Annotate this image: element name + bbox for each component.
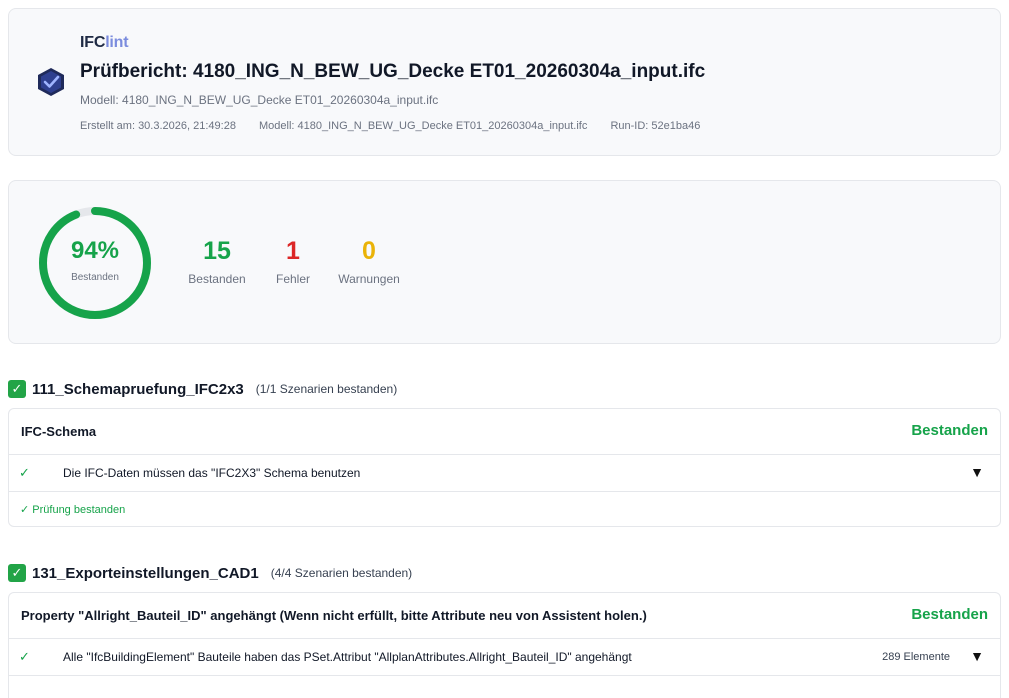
ifclint-logo-icon bbox=[38, 68, 64, 96]
white-check-mark-icon: ✓ bbox=[8, 564, 26, 582]
stat-passed-value: 15 bbox=[203, 237, 231, 265]
pass-rate-label: Bestanden bbox=[71, 272, 119, 283]
stat-passed-label: Bestanden bbox=[188, 272, 246, 286]
report-header: IFClint Prüfbericht: 4180_ING_N_BEW_UG_D… bbox=[8, 8, 1001, 156]
run-id: Run-ID: 52e1ba46 bbox=[610, 120, 701, 132]
rule-row[interactable]: ✓ Alle "IfcBuildingElement" Bauteile hab… bbox=[9, 639, 1000, 676]
stat-failed: 1 Fehler bbox=[271, 237, 315, 286]
expand-toggle-icon[interactable]: ▼ bbox=[970, 464, 984, 480]
stat-failed-value: 1 bbox=[286, 237, 300, 265]
section-count: (4/4 Szenarien bestanden) bbox=[270, 566, 413, 580]
expand-toggle-icon[interactable]: ▼ bbox=[970, 648, 984, 664]
model-meta: Modell: 4180_ING_N_BEW_UG_Decke ET01_202… bbox=[259, 120, 588, 132]
status-badge: Bestanden bbox=[911, 422, 988, 439]
brand-prefix: IFC bbox=[80, 34, 106, 51]
report-meta: Erstellt am: 30.3.2026, 21:49:28 Modell:… bbox=[80, 120, 720, 132]
pass-note-text: ✓ Prüfung bestanden bbox=[20, 504, 126, 516]
check-icon: ✓ bbox=[19, 465, 30, 480]
created-date: Erstellt am: 30.3.2026, 21:49:28 bbox=[80, 120, 236, 132]
section-title: 111_Schemapruefung_IFC2x3 bbox=[32, 380, 244, 398]
rule-text: Die IFC-Daten müssen das "IFC2X3" Schema… bbox=[63, 466, 361, 480]
brand-suffix: lint bbox=[105, 34, 129, 51]
brand-name: IFClint bbox=[80, 34, 129, 52]
element-count: 289 Elemente bbox=[882, 651, 950, 663]
group-title: IFC-Schema bbox=[21, 424, 97, 439]
section-count: (1/1 Szenarien bestanden) bbox=[255, 382, 398, 396]
white-check-mark-icon: ✓ bbox=[8, 380, 26, 398]
check-group-ifc-schema: IFC-Schema Bestanden ✓ Die IFC-Daten müs… bbox=[8, 408, 1001, 527]
rule-text: Alle "IfcBuildingElement" Bauteile haben… bbox=[63, 650, 632, 664]
stat-warnings: 0 Warnungen bbox=[335, 237, 403, 286]
group-header: IFC-Schema Bestanden bbox=[9, 409, 1000, 455]
group-header: Property "Allright_Bauteil_ID" angehängt… bbox=[9, 593, 1000, 639]
check-group-bauteil-id: Property "Allright_Bauteil_ID" angehängt… bbox=[8, 592, 1001, 698]
stat-failed-label: Fehler bbox=[275, 272, 310, 286]
pass-rate-percent: 94% bbox=[70, 237, 120, 264]
section-title: 131_Exporteinstellungen_CAD1 bbox=[32, 564, 259, 582]
section-header-export: ✓ 131_Exporteinstellungen_CAD1 (4/4 Szen… bbox=[8, 564, 412, 582]
section-header-schema: ✓ 111_Schemapruefung_IFC2x3 (1/1 Szenari… bbox=[8, 380, 397, 398]
check-icon: ✓ bbox=[19, 649, 30, 664]
status-badge: Bestanden bbox=[911, 606, 988, 623]
pass-note: ✓ Prüfung bestanden bbox=[9, 492, 1000, 526]
model-subtitle: Modell: 4180_ING_N_BEW_UG_Decke ET01_202… bbox=[80, 93, 439, 107]
rule-row[interactable]: ✓ Die IFC-Daten müssen das "IFC2X3" Sche… bbox=[9, 455, 1000, 492]
group-title: Property "Allright_Bauteil_ID" angehängt… bbox=[21, 608, 647, 623]
stat-warnings-value: 0 bbox=[362, 237, 376, 265]
summary-card: 94% Bestanden 15 Bestanden 1 Fehler 0 Wa… bbox=[8, 180, 1001, 344]
stat-warnings-label: Warnungen bbox=[338, 272, 400, 286]
page-title: Prüfbericht: 4180_ING_N_BEW_UG_Decke ET0… bbox=[80, 61, 706, 82]
stat-passed: 15 Bestanden bbox=[185, 237, 249, 286]
